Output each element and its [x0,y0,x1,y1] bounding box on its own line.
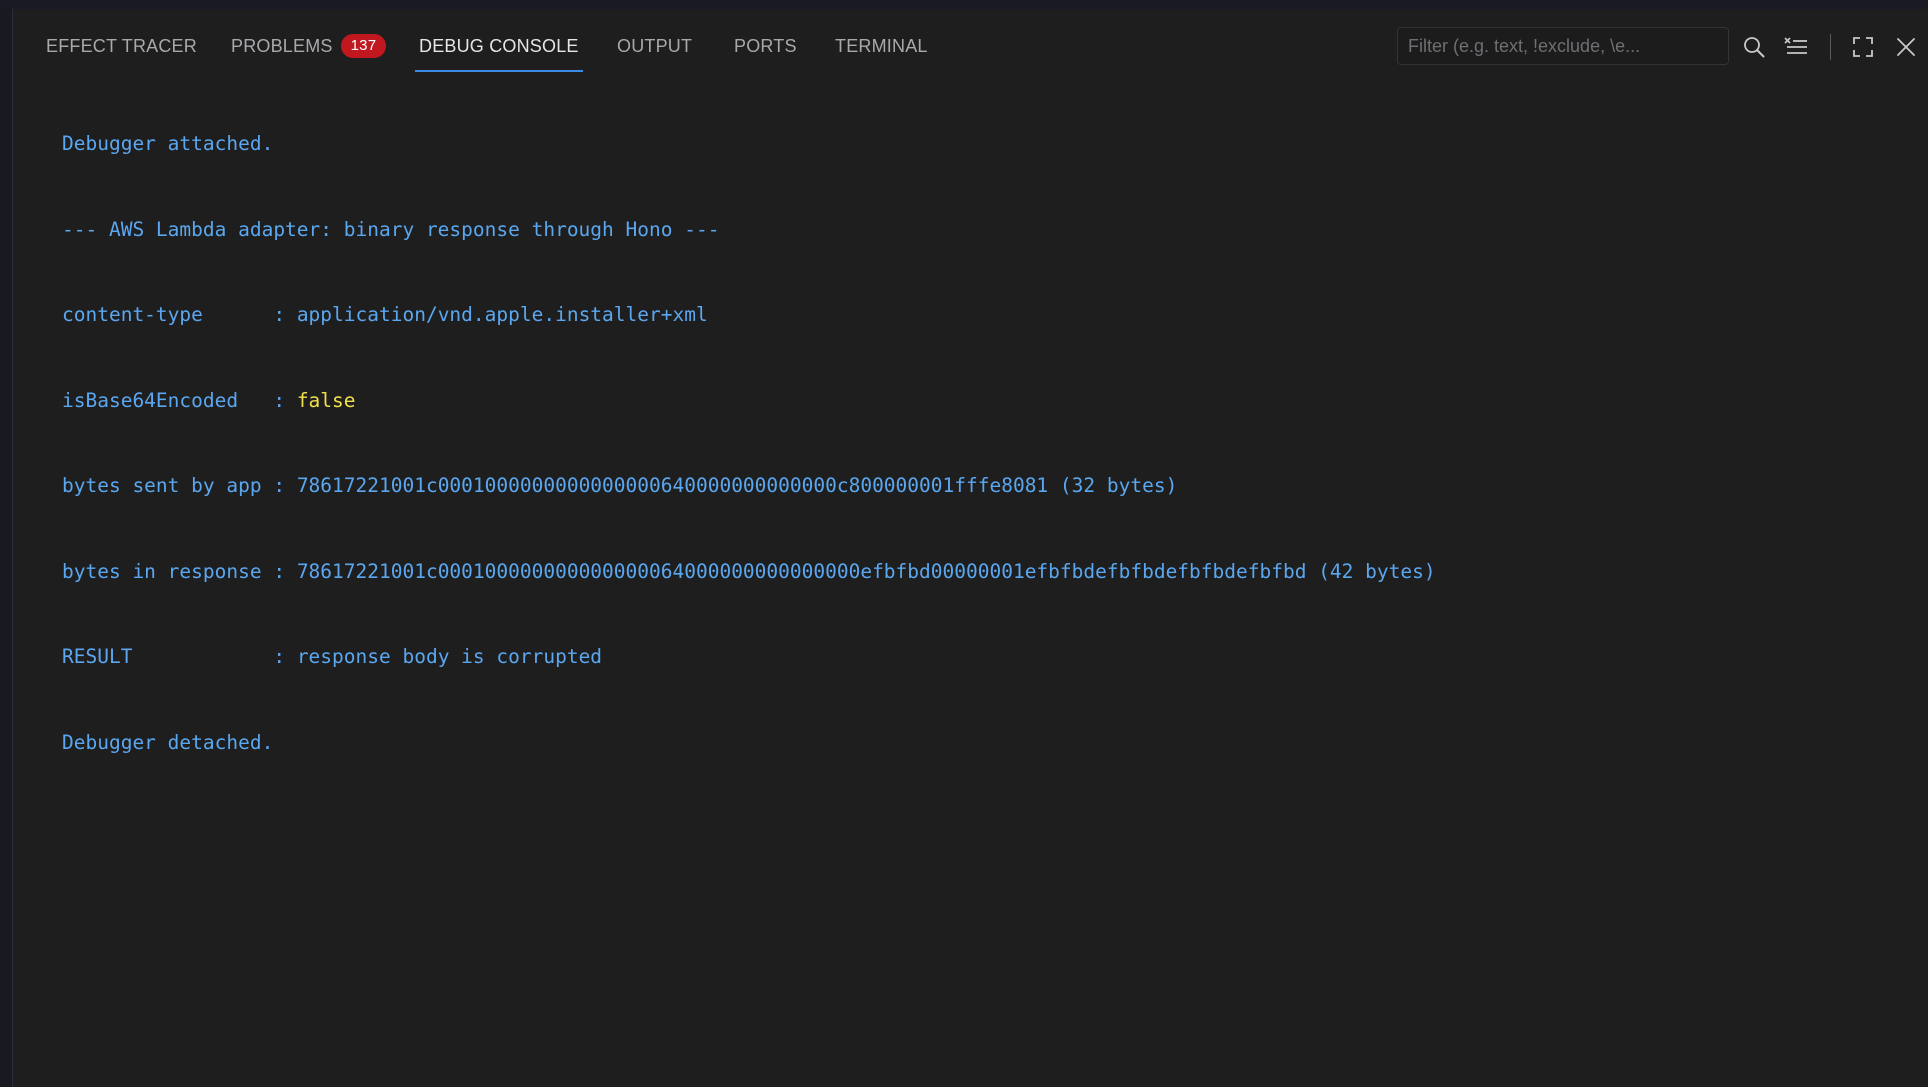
console-value: response body is corrupted [296,645,603,668]
console-line: Debugger attached. [62,130,1908,159]
console-boolean-value: false [296,388,356,412]
console-filter-input[interactable] [1397,27,1729,65]
console-line: bytes in response : 78617221001c00010000… [62,558,1908,587]
tab-label: OUTPUT [617,35,693,56]
tab-label: TERMINAL [835,35,928,56]
tab-output[interactable]: OUTPUT [617,18,692,74]
console-key: bytes in response : [62,559,297,583]
problems-count-badge: 137 [340,34,387,58]
maximize-panel-icon[interactable] [1850,34,1876,60]
panel-tab-bar: EFFECT TRACER PROBLEMS 137 DEBUG CONSOLE… [12,18,1928,74]
console-line: Debugger detached. [62,729,1908,758]
tab-ports[interactable]: PORTS [734,18,797,74]
console-key: isBase64Encoded : [62,388,297,412]
tab-effect-tracer[interactable]: EFFECT TRACER [46,18,197,74]
tab-label: EFFECT TRACER [46,35,197,56]
panel-left-border [0,9,13,1087]
tab-label: PORTS [734,35,797,56]
tab-debug-console[interactable]: DEBUG CONSOLE [415,18,583,74]
console-text: Debugger attached. [62,132,274,155]
tab-problems[interactable]: PROBLEMS 137 [231,18,387,74]
console-line: content-type : application/vnd.apple.ins… [62,301,1908,330]
console-line: isBase64Encoded : false [62,387,1908,416]
console-key: content-type : [62,303,297,326]
clear-console-icon[interactable] [1783,34,1809,60]
debug-console-output: Debugger attached. --- AWS Lambda adapte… [62,73,1908,814]
console-value: application/vnd.apple.installer+xml [296,303,708,326]
toolbar-divider [1830,34,1831,60]
tab-label: DEBUG CONSOLE [419,35,579,56]
tab-terminal[interactable]: TERMINAL [835,18,928,74]
console-line: --- AWS Lambda adapter: binary response … [62,216,1908,245]
tab-label: PROBLEMS [231,35,333,56]
console-line: bytes sent by app : 78617221001c00010000… [62,472,1908,501]
console-text: --- AWS Lambda adapter: binary response … [62,217,720,241]
debug-panel: EFFECT TRACER PROBLEMS 137 DEBUG CONSOLE… [0,0,1928,1087]
console-value: 78617221001c0001000000000000000640000000… [296,474,1178,497]
close-panel-icon[interactable] [1893,34,1919,60]
console-key: bytes sent by app : [62,474,297,497]
console-key: RESULT : [62,645,297,668]
console-value: 78617221001c0001000000000000000640000000… [296,559,1436,583]
console-text: Debugger detached. [62,730,274,754]
search-icon[interactable] [1741,34,1767,60]
console-line: RESULT : response body is corrupted [62,643,1908,672]
